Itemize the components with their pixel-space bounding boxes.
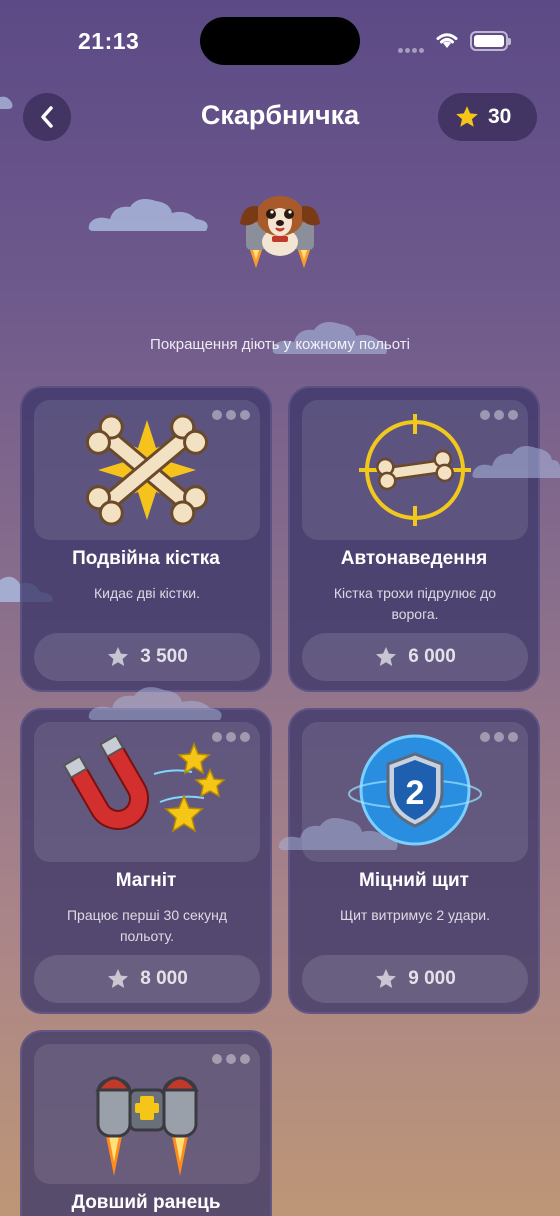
battery-icon — [470, 31, 511, 51]
upgrade-price: 3 500 — [140, 646, 188, 667]
upgrade-price: 6 000 — [408, 646, 456, 667]
star-icon — [376, 969, 397, 988]
coin-count: 30 — [488, 105, 512, 128]
buy-button[interactable]: 8 000 — [34, 955, 260, 1003]
upgrade-card-strong-shield[interactable]: 2 Міцний щит Щит витримує 2 удари. 9 000 — [288, 708, 540, 1014]
star-icon — [456, 106, 478, 127]
upgrade-card-longer-jetpack[interactable]: Довший ранець — [20, 1030, 272, 1216]
upgrade-card-auto-aim[interactable]: Автонаведення Кістка трохи підрулює до в… — [288, 386, 540, 692]
magnet-icon — [62, 734, 226, 833]
cloud-decoration — [278, 818, 398, 850]
dynamic-island — [200, 17, 360, 65]
upgrade-card-double-bone[interactable]: Подвійна кістка Кидає дві кістки. 3 500 — [20, 386, 272, 692]
buy-button[interactable]: 6 000 — [302, 633, 528, 681]
cloud-decoration — [472, 446, 560, 478]
signal-icon — [398, 40, 426, 58]
upgrade-name: Магніт — [115, 870, 177, 891]
upgrade-name: Подвійна кістка — [72, 548, 220, 569]
more-options-button[interactable] — [212, 410, 250, 420]
buy-button[interactable]: 9 000 — [302, 955, 528, 1003]
shield-number: 2 — [406, 774, 425, 812]
more-options-button[interactable] — [212, 732, 250, 742]
upgrade-price: 8 000 — [140, 968, 188, 989]
cloud-decoration — [0, 96, 13, 109]
star-icon — [108, 647, 129, 666]
more-options-button[interactable] — [212, 1054, 250, 1064]
upgrade-description: Працює перші 30 секунд польоту. — [66, 907, 227, 944]
double-bone-icon — [85, 414, 209, 526]
wifi-icon — [434, 30, 460, 55]
cloud-decoration — [88, 687, 222, 720]
upgrade-description: Кістка трохи підрулює до ворога. — [333, 585, 497, 622]
upgrade-description: Щит витримує 2 удари. — [339, 907, 490, 923]
upgrade-image-box — [34, 400, 260, 540]
star-icon — [376, 647, 397, 666]
upgrade-price: 9 000 — [408, 968, 456, 989]
upgrade-name: Автонаведення — [340, 548, 488, 569]
star-icon — [108, 969, 129, 988]
upgrade-name: Довший ранець — [71, 1192, 221, 1213]
dog-mascot-image — [240, 196, 320, 268]
status-bar: 21:13 — [0, 0, 560, 84]
upgrade-name: Міцний щит — [359, 870, 469, 891]
upgrade-description: Кидає дві кістки. — [93, 585, 201, 601]
more-options-button[interactable] — [480, 732, 518, 742]
upgrade-image-box — [34, 722, 260, 862]
cloud-decoration — [88, 199, 208, 231]
upgrade-card-magnet[interactable]: Магніт Працює перші 30 секунд польоту. 8… — [20, 708, 272, 1014]
coin-balance: 30 — [438, 93, 537, 141]
jetpack-icon — [95, 1076, 199, 1176]
status-time: 21:13 — [78, 28, 140, 54]
buy-button[interactable]: 3 500 — [34, 633, 260, 681]
more-options-button[interactable] — [480, 410, 518, 420]
subtitle: Покращення діють у кожному польоті — [150, 336, 410, 353]
upgrade-image-box — [34, 1044, 260, 1184]
